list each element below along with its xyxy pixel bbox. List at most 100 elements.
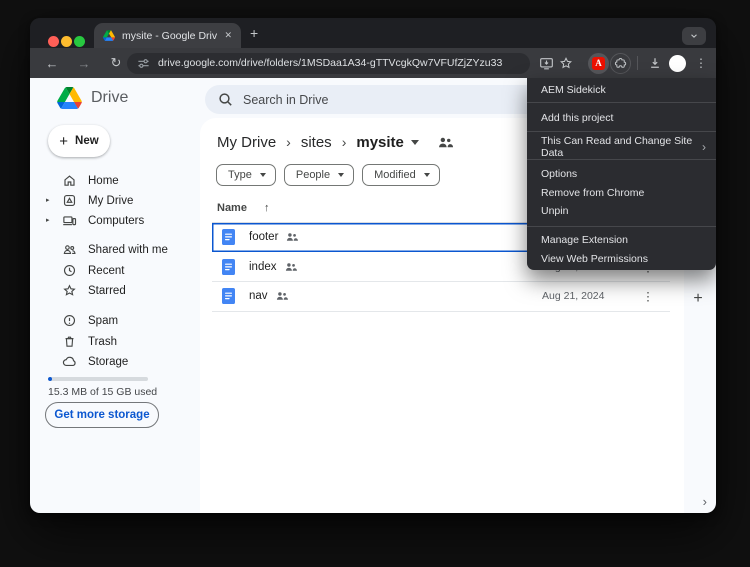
- forward-button[interactable]: →: [72, 48, 96, 78]
- docs-file-icon: [222, 288, 235, 304]
- aem-sidekick-extension-button[interactable]: A: [588, 53, 609, 74]
- browser-window: mysite - Google Drive ✕ + ← → ↻ drive.go…: [30, 18, 716, 513]
- menu-separator: [527, 131, 716, 132]
- breadcrumb-my-drive[interactable]: My Drive: [217, 134, 276, 151]
- reload-button[interactable]: ↻: [104, 48, 128, 78]
- extensions-menu-button[interactable]: [610, 53, 631, 74]
- row-more-actions-icon[interactable]: ⋮: [642, 289, 654, 303]
- menu-item-options[interactable]: Options: [527, 164, 716, 183]
- minimize-window-button[interactable]: [61, 36, 72, 47]
- file-row-nav[interactable]: nav Aug 21, 2024 ⋮: [212, 282, 670, 312]
- chevron-right-icon: ›: [286, 134, 291, 150]
- submenu-arrow-icon: ›: [702, 140, 706, 154]
- plus-icon: +: [59, 134, 68, 149]
- filter-chips: Type People Modified: [216, 164, 440, 186]
- side-panel-add-icon[interactable]: +: [687, 288, 709, 310]
- sort-ascending-icon[interactable]: ↑: [264, 202, 270, 214]
- storage-usage-text: 15.3 MB of 15 GB used: [48, 386, 157, 398]
- dropdown-caret-icon: [338, 173, 344, 177]
- address-bar[interactable]: drive.google.com/drive/folders/1MSDaa1A3…: [127, 53, 530, 74]
- toolbar-divider: [637, 56, 638, 70]
- close-window-button[interactable]: [48, 36, 59, 47]
- menu-item-manage-extension[interactable]: Manage Extension: [527, 230, 716, 249]
- filter-modified-chip[interactable]: Modified: [362, 164, 440, 186]
- adobe-a-icon: A: [592, 57, 605, 70]
- expand-caret-icon[interactable]: ▸: [46, 217, 50, 224]
- new-tab-button[interactable]: +: [250, 25, 258, 41]
- tab-close-icon[interactable]: ✕: [224, 31, 232, 40]
- shared-indicator-icon: [276, 291, 288, 301]
- sidebar-item-my-drive[interactable]: ▸ My Drive: [30, 191, 198, 211]
- profile-avatar[interactable]: [669, 55, 686, 72]
- shared-indicator-icon: [285, 262, 297, 272]
- spam-icon: [62, 313, 77, 333]
- clock-icon: [62, 263, 77, 283]
- sidebar-item-starred[interactable]: Starred: [30, 281, 198, 301]
- sidebar-item-shared-with-me[interactable]: Shared with me: [30, 240, 198, 260]
- sidebar-item-trash[interactable]: Trash: [30, 332, 198, 352]
- extension-context-menu: AEM Sidekick Add this project This Can R…: [527, 78, 716, 270]
- search-icon: [218, 92, 233, 107]
- puzzle-icon: [614, 57, 627, 70]
- menu-item-unpin[interactable]: Unpin: [527, 201, 716, 220]
- storage-progress-bar: [48, 377, 148, 381]
- chevron-right-icon: ›: [342, 134, 347, 150]
- menu-item-remove-from-chrome[interactable]: Remove from Chrome: [527, 183, 716, 202]
- docs-file-icon: [222, 229, 235, 245]
- install-app-icon[interactable]: [535, 48, 557, 78]
- menu-item-add-this-project[interactable]: Add this project: [527, 106, 716, 130]
- browser-tab[interactable]: mysite - Google Drive ✕: [94, 23, 241, 48]
- chrome-menu-button[interactable]: ⋮: [690, 48, 712, 78]
- menu-separator: [527, 226, 716, 227]
- docs-file-icon: [222, 259, 235, 275]
- drive-brand: Drive: [57, 87, 128, 109]
- tab-search-button[interactable]: [682, 27, 706, 45]
- expand-caret-icon[interactable]: ▸: [46, 197, 50, 204]
- tab-strip: mysite - Google Drive ✕ +: [30, 18, 716, 48]
- name-column-header[interactable]: Name ↑: [217, 202, 269, 214]
- breadcrumb-current-folder[interactable]: mysite: [356, 134, 419, 151]
- menu-separator: [527, 159, 716, 160]
- sidebar-item-spam[interactable]: Spam: [30, 311, 198, 331]
- drive-favicon: [103, 30, 115, 41]
- star-icon: [62, 283, 77, 303]
- chevron-down-icon: [689, 31, 699, 41]
- drive-wordmark: Drive: [91, 89, 128, 107]
- site-settings-icon[interactable]: [137, 57, 150, 70]
- sidebar-item-recent[interactable]: Recent: [30, 261, 198, 281]
- trash-icon: [62, 334, 77, 354]
- dropdown-caret-icon: [260, 173, 266, 177]
- new-button[interactable]: + New: [48, 125, 110, 157]
- sidebar-item-storage[interactable]: Storage: [30, 352, 198, 372]
- home-icon: [62, 173, 77, 193]
- menu-item-view-web-permissions[interactable]: View Web Permissions: [527, 249, 716, 268]
- sidebar-item-home[interactable]: Home: [30, 171, 198, 191]
- drive-logo-icon: [57, 87, 82, 109]
- computers-icon: [62, 213, 77, 233]
- shared-people-icon: [62, 242, 77, 262]
- dropdown-caret-icon: [424, 173, 430, 177]
- sidebar-item-computers[interactable]: ▸ Computers: [30, 211, 198, 231]
- dropdown-caret-icon: [411, 140, 419, 145]
- folder-shared-icon: [438, 136, 453, 149]
- filter-people-chip[interactable]: People: [284, 164, 354, 186]
- tab-title: mysite - Google Drive: [122, 30, 217, 42]
- get-more-storage-button[interactable]: Get more storage: [45, 402, 159, 428]
- storage-progress-fill: [48, 377, 52, 381]
- bookmark-star-icon[interactable]: [555, 48, 577, 78]
- window-controls: [48, 36, 85, 47]
- browser-toolbar: ← → ↻ drive.google.com/drive/folders/1MS…: [30, 48, 716, 78]
- menu-item-extension-name: AEM Sidekick: [527, 80, 716, 100]
- back-button[interactable]: ←: [40, 48, 64, 78]
- downloads-icon[interactable]: [644, 48, 666, 78]
- menu-item-site-data[interactable]: This Can Read and Change Site Data ›: [527, 135, 716, 159]
- cloud-icon: [62, 354, 77, 374]
- filter-type-chip[interactable]: Type: [216, 164, 276, 186]
- zoom-window-button[interactable]: [74, 36, 85, 47]
- menu-separator: [527, 102, 716, 103]
- my-drive-icon: [62, 193, 77, 213]
- breadcrumb-sites[interactable]: sites: [301, 134, 332, 151]
- show-side-panel-icon[interactable]: ›: [703, 494, 707, 509]
- shared-indicator-icon: [286, 232, 298, 242]
- breadcrumb: My Drive › sites › mysite: [217, 130, 453, 154]
